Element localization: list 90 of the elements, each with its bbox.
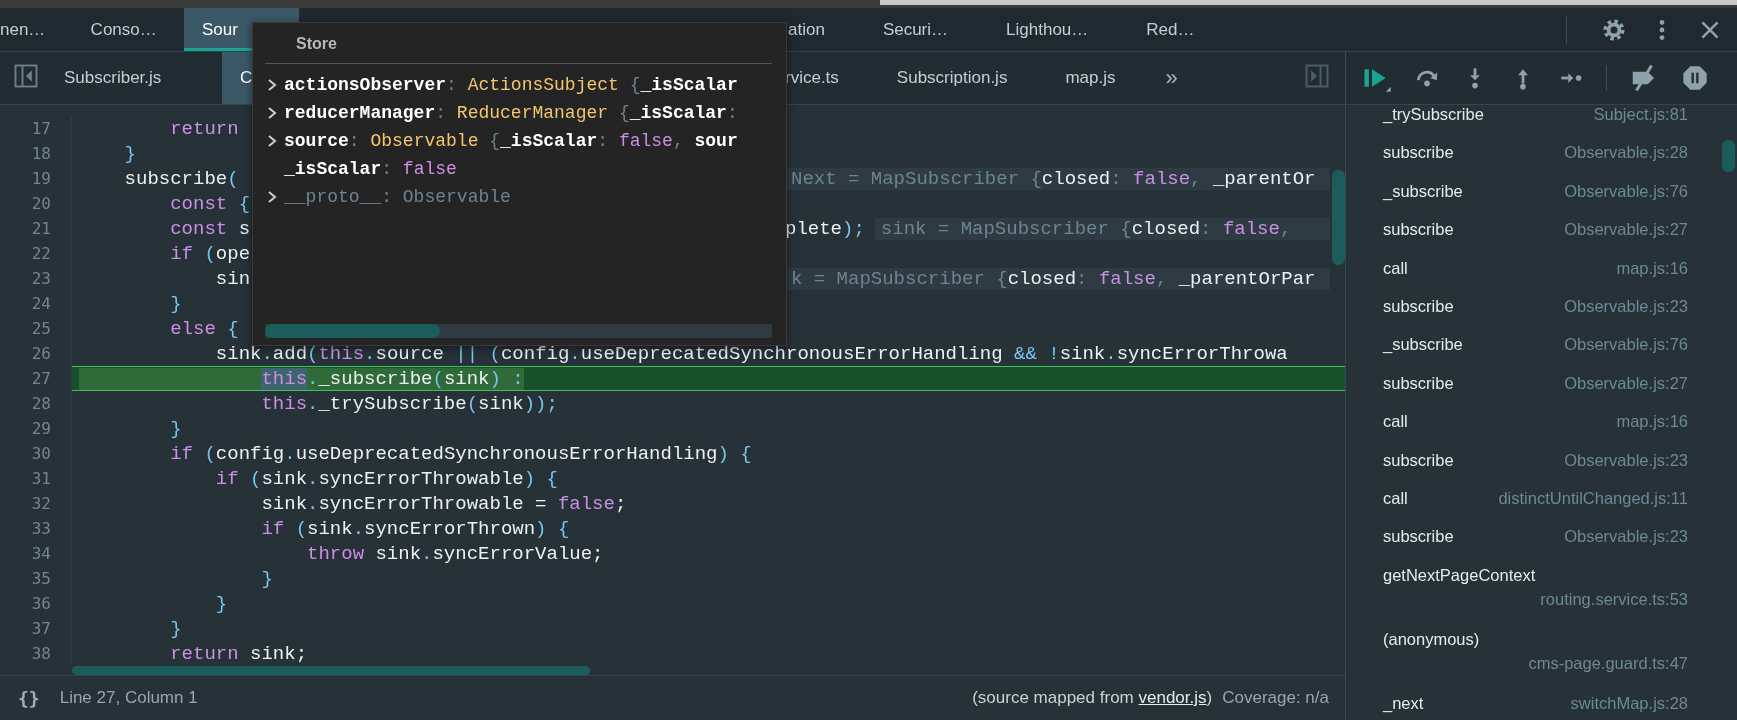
inline-value: sink = MapSubscriber {closed: false, — [874, 217, 1330, 240]
call-frame[interactable]: getNextPageContext routing.service.ts:53 — [1346, 565, 1737, 630]
code-line: subscribe( — [123, 167, 239, 190]
code-line: throw sink.syncErrorValue; — [306, 542, 604, 565]
line-number: 20 — [0, 191, 72, 216]
code-line: } — [260, 567, 273, 590]
code-line: } — [123, 142, 136, 165]
call-frame[interactable]: subscribe Observable.js:23 — [1346, 450, 1737, 489]
sidebar-toggle-icon[interactable] — [12, 62, 40, 90]
property-row[interactable]: actionsObserver: ActionsSubject {_isScalar — [284, 75, 738, 95]
line-number: 17 — [0, 116, 72, 141]
call-frame[interactable]: subscribe Observable.js:23 — [1346, 527, 1737, 566]
file-tab[interactable]: Subscriber.js — [46, 52, 180, 104]
cursor-position: Line 27, Column 1 — [59, 688, 198, 708]
line-number: 34 — [0, 541, 72, 566]
scrollbar[interactable] — [265, 324, 440, 338]
line-number: 23 — [0, 266, 72, 291]
code-line: sink.add(this.source || (config.useDeprecatedSynchronousErrorHandling && !sink.syncErrorThrowa — [214, 342, 1288, 365]
line-number: 18 — [0, 141, 72, 166]
call-frame[interactable]: subscribe Observable.js:28 — [1346, 143, 1737, 182]
more-tabs-button[interactable]: » — [1155, 52, 1188, 104]
line-number: 32 — [0, 491, 72, 516]
property-row[interactable]: source: Observable {_isScalar: false, sour — [284, 131, 738, 151]
panel-tab[interactable]: nen… — [0, 8, 64, 51]
code-line: const s — [169, 217, 251, 240]
code-line: return — [169, 117, 239, 140]
call-frame[interactable]: call distinctUntilChanged.js:11 — [1346, 488, 1737, 528]
panel-tab[interactable]: Securi… — [864, 8, 967, 51]
pause-icon[interactable] — [1681, 64, 1709, 92]
code-line: return sink; — [169, 642, 308, 665]
code-line: } — [214, 592, 228, 615]
line-number: 24 — [0, 291, 72, 316]
panel-toggle-icon[interactable] — [1303, 62, 1331, 90]
file-link[interactable]: vendor.js — [1138, 688, 1207, 707]
call-frame[interactable]: _subscribe Observable.js:76 — [1346, 335, 1737, 374]
line-number: 38 — [0, 641, 72, 666]
code-line: sink.syncErrorThrowable = false; — [260, 492, 627, 515]
property-row[interactable]: _isScalar: false — [284, 159, 457, 179]
call-frame[interactable]: subscribe Observable.js:23 — [1346, 296, 1737, 336]
coverage-status: Coverage: n/a — [1222, 688, 1329, 708]
line-number: 31 — [0, 466, 72, 491]
property-row[interactable]: __proto__: Observable — [284, 187, 511, 207]
inline-value: Next = MapSubscriber {closed: false, _parentOr — [785, 167, 1330, 190]
call-frame[interactable]: subscribe Observable.js:27 — [1346, 373, 1737, 413]
code-line: const { — [169, 192, 251, 215]
code-line: if (sink.syncErrorThrown) { — [260, 517, 570, 540]
inline-value: k = MapSubscriber {closed: false, _parentOrPar — [785, 267, 1330, 290]
line-number: 28 — [0, 391, 72, 416]
code-line: } — [169, 292, 182, 315]
source-mapped-note: (source mapped from vendor.js) — [972, 688, 1213, 708]
file-tab[interactable]: map.js — [1047, 52, 1134, 104]
scrollbar[interactable] — [72, 666, 590, 675]
line-number: 36 — [0, 591, 72, 616]
line-number: 29 — [0, 416, 72, 441]
pretty-print-button[interactable]: {} — [12, 687, 46, 709]
code-line: if (sink.syncErrorThrowable) { — [214, 467, 558, 490]
line-number: 37 — [0, 616, 72, 641]
property-row[interactable]: reducerManager: ReducerManager {_isScalar: — [284, 103, 738, 123]
scrollbar[interactable] — [1722, 140, 1735, 172]
panel-tab[interactable]: ation — [770, 8, 843, 51]
call-frame[interactable]: (anonymous) cms-page.guard.ts:47 — [1346, 629, 1737, 694]
panel-tab[interactable]: Lighthou… — [988, 8, 1107, 51]
panel-tab[interactable]: Conso… — [72, 8, 175, 51]
line-number: 25 — [0, 316, 72, 341]
call-frame[interactable]: _trySubscribe Subject.js:81 — [1346, 105, 1737, 144]
code-line: } — [169, 617, 182, 640]
code-line: sin — [214, 267, 251, 290]
line-number: 21 — [0, 216, 72, 241]
code-line: else { — [169, 317, 239, 340]
line-number: 26 — [0, 341, 72, 366]
line-number: 30 — [0, 441, 72, 466]
line-number: 33 — [0, 516, 72, 541]
scrollbar[interactable] — [1332, 170, 1345, 265]
code-line: this._trySubscribe(sink)); — [260, 392, 558, 415]
call-frame[interactable]: call map.js:16 — [1346, 258, 1737, 297]
code-line: } — [169, 417, 182, 440]
code-line: plete); — [785, 217, 865, 240]
call-frame[interactable]: subscribe Observable.js:27 — [1346, 220, 1737, 259]
call-frame[interactable]: _subscribe Observable.js:76 — [1346, 181, 1737, 221]
call-frame[interactable]: _next switchMap.js:28 — [1346, 693, 1737, 720]
code-line: if (ope — [169, 242, 251, 265]
line-number: 35 — [0, 566, 72, 591]
file-tab[interactable]: Subscription.js — [878, 52, 1026, 104]
settings-icon[interactable] — [1601, 16, 1627, 43]
line-number: 19 — [0, 166, 72, 191]
call-frame[interactable]: call map.js:16 — [1346, 412, 1737, 451]
line-number: 22 — [0, 241, 72, 266]
code-line: if (config.useDeprecatedSynchronousErrorHandling) { — [169, 442, 752, 465]
popover-title: Store — [265, 31, 772, 64]
panel-tab[interactable]: Red… — [1128, 8, 1213, 51]
